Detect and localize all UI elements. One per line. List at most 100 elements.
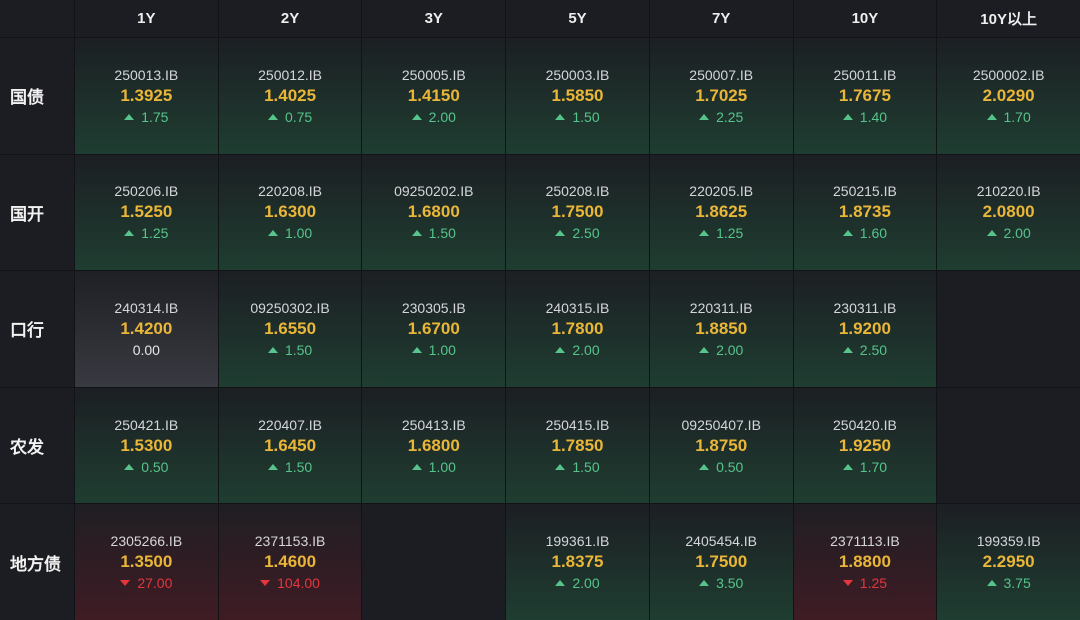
cell-kouhang-5y[interactable]: 240315.IB 1.7800 2.00 — [506, 271, 649, 387]
cell-nongfa-7y[interactable]: 09250407.IB 1.8750 0.50 — [649, 387, 793, 504]
change-value: 1.50 — [284, 341, 313, 358]
bond-yield: 1.5250 — [120, 202, 173, 222]
column-header-2y: 2Y — [218, 0, 362, 37]
cell-guokai-3y[interactable]: 09250202.IB 1.6800 1.50 — [362, 154, 506, 271]
bond-code: 09250202.IB — [394, 183, 474, 200]
cell-kouhang-10y[interactable]: 230311.IB 1.9200 2.50 — [793, 271, 937, 387]
change-value: 0.50 — [141, 458, 169, 475]
up-triangle-icon — [986, 113, 997, 120]
bond-code: 2371113.IB — [830, 533, 900, 550]
bond-yield: 1.6800 — [407, 435, 460, 455]
yield-change: 0.75 — [267, 107, 313, 127]
cell-difangzhai-7y[interactable]: 2405454.IB 1.7500 3.50 — [649, 504, 793, 620]
cell-guokai-7y[interactable]: 220205.IB 1.8625 1.25 — [649, 154, 793, 271]
cell-guokai-10y[interactable]: 250215.IB 1.8735 1.60 — [793, 154, 937, 271]
bond-yield: 1.4200 — [120, 318, 173, 338]
cell-kouhang-1y[interactable]: 240314.IB 1.4200 0.00 — [75, 271, 218, 387]
cell-guozhai-3y[interactable]: 250005.IB 1.4150 2.00 — [362, 38, 506, 154]
cell-nongfa-3y[interactable]: 250413.IB 1.6800 1.00 — [362, 387, 506, 504]
bond-code: 250415.IB — [545, 416, 610, 433]
yield-change: 1.50 — [411, 223, 456, 243]
bond-code: 09250302.IB — [250, 299, 330, 316]
change-value: 2.00 — [572, 341, 600, 358]
yield-change: 27.00 — [120, 573, 172, 593]
cell-difangzhai-2y[interactable]: 2371153.IB 1.4600 104.00 — [218, 504, 362, 620]
cell-kouhang-2y[interactable]: 09250302.IB 1.6550 1.50 — [218, 271, 362, 387]
bond-yield: 1.6300 — [264, 202, 317, 222]
change-value: 1.50 — [572, 458, 600, 475]
bond-yield: 1.6700 — [407, 318, 460, 338]
bond-code: 250206.IB — [114, 183, 179, 200]
row-label-guozhai: 国债 — [0, 38, 74, 154]
cell-guozhai-1y[interactable]: 250013.IB 1.3925 1.75 — [75, 38, 218, 154]
cell-guokai-1y[interactable]: 250206.IB 1.5250 1.25 — [75, 154, 218, 271]
cell-kouhang-7y[interactable]: 220311.IB 1.8850 2.00 — [649, 271, 793, 387]
change-value: 1.70 — [859, 458, 888, 475]
bond-code: 250421.IB — [114, 416, 179, 433]
up-triangle-icon — [699, 113, 710, 120]
up-triangle-icon — [267, 463, 278, 470]
change-value: 1.50 — [284, 458, 313, 475]
change-value: 0.75 — [284, 108, 313, 125]
up-triangle-icon — [124, 230, 135, 237]
cell-difangzhai-10y[interactable]: 2371113.IB 1.8800 1.25 — [793, 504, 937, 620]
bond-yield: 1.3500 — [120, 552, 173, 572]
change-value: 2.50 — [572, 225, 600, 242]
cell-difangzhai-1y[interactable]: 2305266.IB 1.3500 27.00 — [75, 504, 218, 620]
up-triangle-icon — [842, 346, 853, 353]
bond-yield: 1.7800 — [551, 318, 604, 338]
down-triangle-icon — [120, 580, 131, 587]
cell-guokai-5y[interactable]: 250208.IB 1.7500 2.50 — [506, 154, 649, 271]
cell-guozhai-10y-plus[interactable]: 2500002.IB 2.0290 1.70 — [937, 38, 1080, 154]
yield-change: 2.25 — [699, 107, 743, 127]
change-value: 0.00 — [132, 341, 160, 358]
cell-difangzhai-5y[interactable]: 199361.IB 1.8375 2.00 — [506, 504, 649, 620]
cell-nongfa-1y[interactable]: 250421.IB 1.5300 0.50 — [75, 387, 218, 504]
bond-code: 250012.IB — [258, 66, 322, 83]
bond-yield: 1.8625 — [695, 202, 748, 222]
bond-yield: 1.3925 — [120, 85, 173, 105]
bond-code: 250420.IB — [833, 416, 897, 433]
cell-nongfa-5y[interactable]: 250415.IB 1.7850 1.50 — [506, 387, 649, 504]
change-value: 1.40 — [859, 108, 888, 125]
bond-code: 230311.IB — [833, 299, 897, 316]
cell-guozhai-2y[interactable]: 250012.IB 1.4025 0.75 — [218, 38, 362, 154]
change-value: 1.70 — [1003, 108, 1031, 125]
up-triangle-icon — [555, 230, 566, 237]
bond-code: 250215.IB — [833, 183, 897, 200]
up-triangle-icon — [986, 230, 997, 237]
cell-difangzhai-10y-plus[interactable]: 199359.IB 2.2950 3.75 — [937, 504, 1080, 620]
cell-guozhai-10y[interactable]: 250011.IB 1.7675 1.40 — [793, 38, 937, 154]
cell-guokai-10y-plus[interactable]: 210220.IB 2.0800 2.00 — [937, 154, 1080, 271]
up-triangle-icon — [411, 346, 422, 353]
up-triangle-icon — [699, 463, 710, 470]
cell-guokai-2y[interactable]: 220208.IB 1.6300 1.00 — [218, 154, 362, 271]
bond-yield: 1.8800 — [838, 552, 891, 572]
yield-change: 1.00 — [411, 457, 456, 477]
cell-guozhai-5y[interactable]: 250003.IB 1.5850 1.50 — [506, 38, 649, 154]
change-value: 1.00 — [428, 341, 456, 358]
yield-change: 3.50 — [699, 573, 743, 593]
bond-code: 199361.IB — [545, 533, 610, 550]
bond-code: 2305266.IB — [110, 533, 183, 550]
cell-guozhai-7y[interactable]: 250007.IB 1.7025 2.25 — [649, 38, 793, 154]
up-triangle-icon — [267, 346, 278, 353]
bond-yield: 1.8375 — [551, 552, 604, 572]
cell-nongfa-2y[interactable]: 220407.IB 1.6450 1.50 — [218, 387, 362, 504]
cell-nongfa-10y[interactable]: 250420.IB 1.9250 1.70 — [793, 387, 937, 504]
column-header-7y: 7Y — [649, 0, 793, 37]
yield-change: 1.25 — [124, 223, 168, 243]
bond-yield: 2.0800 — [982, 202, 1035, 222]
row-label-nongfa: 农发 — [0, 387, 74, 504]
bond-code: 250007.IB — [689, 66, 754, 83]
bond-code: 2405454.IB — [685, 533, 758, 550]
up-triangle-icon — [699, 230, 710, 237]
change-value: 1.50 — [572, 108, 600, 125]
yield-change: 1.25 — [842, 573, 887, 593]
bond-code: 220205.IB — [689, 183, 754, 200]
up-triangle-icon — [555, 580, 566, 587]
change-value: 1.60 — [859, 225, 888, 242]
bond-yield: 1.7500 — [695, 552, 748, 572]
bond-yield: 1.6550 — [264, 318, 317, 338]
cell-kouhang-3y[interactable]: 230305.IB 1.6700 1.00 — [362, 271, 506, 387]
